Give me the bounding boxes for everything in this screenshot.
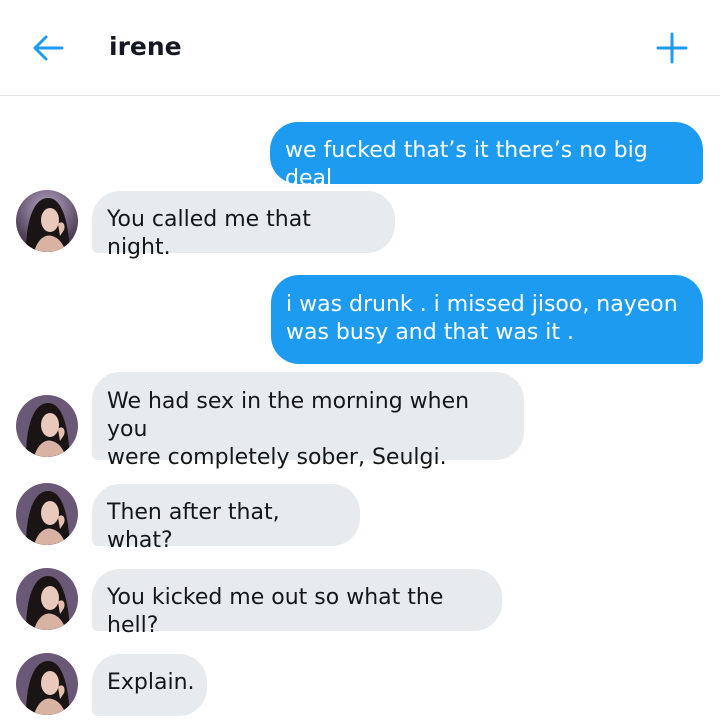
contact-avatar[interactable] xyxy=(16,483,78,545)
back-button[interactable] xyxy=(28,28,68,68)
sent-message[interactable]: i was drunk . i missed jisoo, nayeon was… xyxy=(271,275,703,364)
received-message[interactable]: Explain. xyxy=(92,654,207,716)
received-message[interactable]: You kicked me out so what the hell? xyxy=(92,569,502,638)
received-message[interactable]: Then after that, what? xyxy=(92,484,360,553)
conversation-title: irene xyxy=(109,32,182,61)
contact-avatar[interactable] xyxy=(16,653,78,715)
new-message-button[interactable] xyxy=(650,26,694,70)
received-message[interactable]: You called me that night. xyxy=(92,191,395,260)
contact-avatar[interactable] xyxy=(16,568,78,630)
plus-icon xyxy=(656,32,688,64)
contact-avatar[interactable] xyxy=(16,395,78,457)
arrow-left-icon xyxy=(33,35,64,61)
message-thread[interactable]: we fucked that’s it there’s no big deal … xyxy=(0,96,720,723)
chat-header: irene xyxy=(0,0,720,96)
sent-message[interactable]: we fucked that’s it there’s no big deal xyxy=(270,122,703,191)
contact-avatar[interactable] xyxy=(16,190,78,252)
received-message[interactable]: We had sex in the morning when you were … xyxy=(92,372,524,470)
